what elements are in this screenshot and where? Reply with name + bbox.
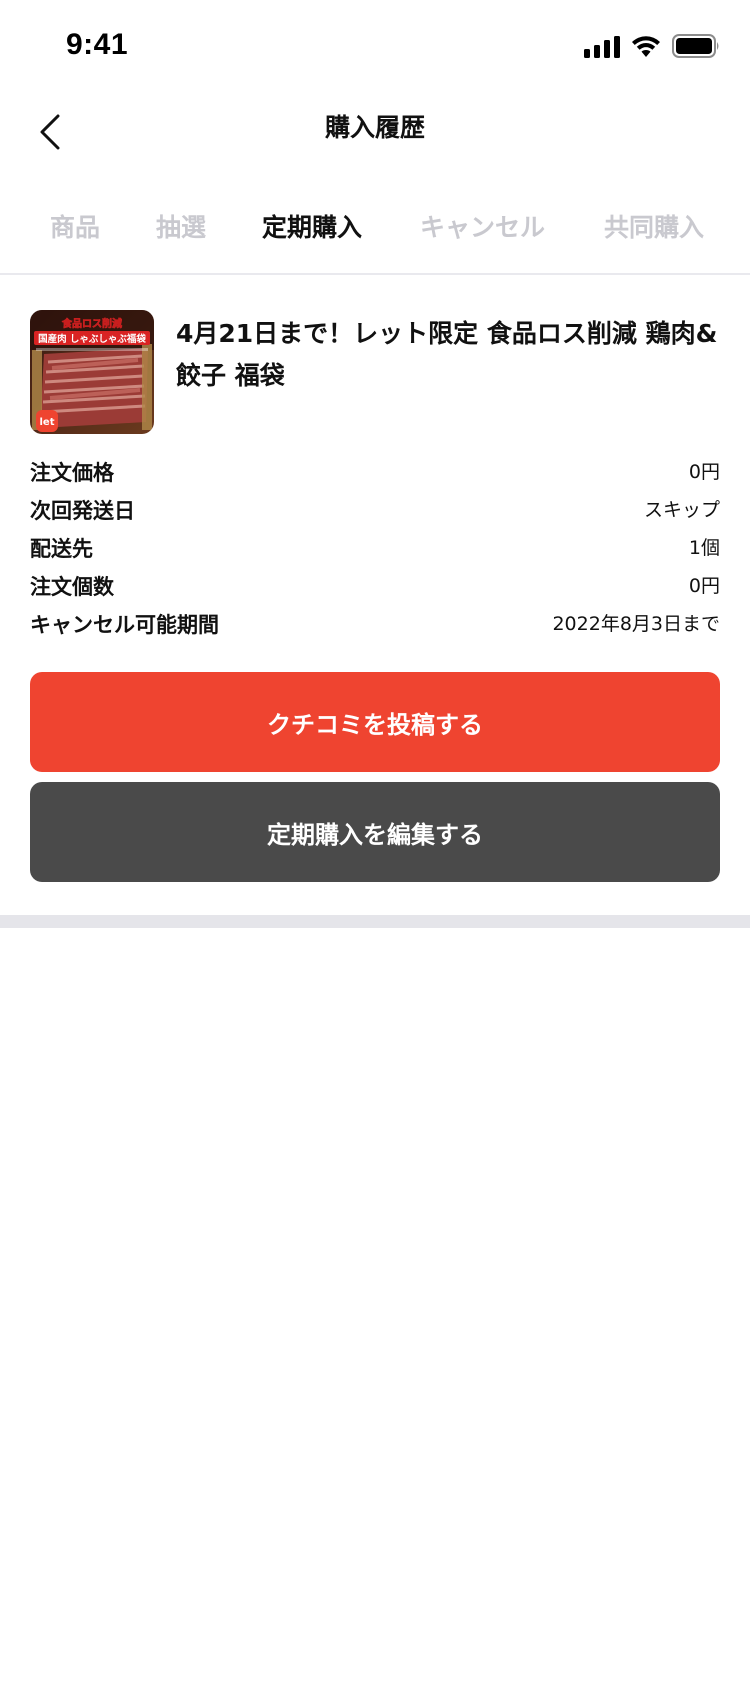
tab-subscription[interactable]: 定期購入 bbox=[262, 210, 362, 246]
thumbnail-banner-main: 国産肉 しゃぶしゃぶ福袋 bbox=[38, 333, 146, 345]
status-bar: 9:41 bbox=[0, 0, 750, 96]
detail-row-destination: 配送先 1個 bbox=[30, 530, 720, 568]
detail-value: 0円 bbox=[688, 575, 720, 597]
status-icons bbox=[584, 32, 720, 58]
product-thumbnail[interactable]: 食品ロス削減 国産肉 しゃぶしゃぶ福袋 let bbox=[30, 310, 154, 434]
detail-row-next-shipping: 次回発送日 スキップ bbox=[30, 492, 720, 530]
status-time: 9:41 bbox=[66, 28, 129, 61]
detail-label: 注文価格 bbox=[30, 461, 114, 485]
detail-row-cancel-period: キャンセル可能期間 2022年8月3日まで bbox=[30, 606, 720, 644]
detail-value: 1個 bbox=[688, 537, 720, 559]
detail-value: スキップ bbox=[643, 499, 720, 521]
wifi-icon bbox=[632, 36, 660, 57]
detail-value: 0円 bbox=[688, 461, 720, 483]
order-details: 注文価格 0円 次回発送日 スキップ 配送先 1個 注文個数 0円 キャンセル可… bbox=[30, 454, 720, 644]
tab-lottery[interactable]: 抽選 bbox=[156, 210, 206, 246]
detail-row-price: 注文価格 0円 bbox=[30, 454, 720, 492]
tab-cancel[interactable]: キャンセル bbox=[420, 210, 545, 246]
product-title[interactable]: 4月21日まで！レット限定 食品ロス削減 鶏肉&餃子 福袋 bbox=[176, 313, 722, 397]
tab-bar: 商品 抽選 定期購入 キャンセル 共同購入 bbox=[0, 188, 750, 275]
brand-badge: let bbox=[40, 417, 55, 428]
section-divider bbox=[0, 915, 750, 928]
page-title: 購入履歴 bbox=[324, 113, 425, 142]
edit-subscription-button[interactable]: 定期購入を編集する bbox=[30, 782, 720, 882]
navigation-bar: 購入履歴 bbox=[0, 96, 750, 188]
detail-row-quantity: 注文個数 0円 bbox=[30, 568, 720, 606]
thumbnail-banner-top: 食品ロス削減 bbox=[61, 317, 122, 330]
detail-value: 2022年8月3日まで bbox=[552, 613, 720, 635]
detail-label: 注文個数 bbox=[30, 575, 114, 599]
cellular-signal-icon bbox=[584, 36, 620, 58]
tab-products[interactable]: 商品 bbox=[50, 210, 100, 246]
order-card: 食品ロス削減 国産肉 しゃぶしゃぶ福袋 let 4月21日まで！レット限定 食品… bbox=[0, 277, 750, 915]
detail-label: キャンセル可能期間 bbox=[30, 613, 219, 637]
battery-icon bbox=[672, 34, 719, 58]
tab-group-purchase[interactable]: 共同購入 bbox=[604, 210, 704, 246]
detail-label: 次回発送日 bbox=[30, 499, 135, 523]
post-review-button[interactable]: クチコミを投稿する bbox=[30, 672, 720, 772]
detail-label: 配送先 bbox=[30, 537, 93, 561]
